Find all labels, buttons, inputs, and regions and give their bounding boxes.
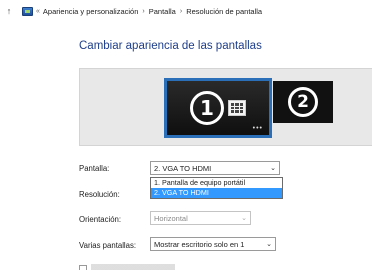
- up-arrow-icon[interactable]: ↑: [4, 6, 14, 16]
- orientacion-label: Orientación:: [79, 215, 122, 224]
- chevron-down-icon: ⌄: [241, 215, 247, 222]
- monitor-preview-panel: 1 ••• 2: [79, 68, 372, 146]
- monitor-2[interactable]: 2: [273, 81, 333, 123]
- orientacion-select[interactable]: Horizontal ⌄: [150, 211, 251, 225]
- chevron-down-icon: ⌄: [266, 241, 272, 248]
- cut-off-checkbox[interactable]: [79, 265, 87, 270]
- varias-pantallas-select-value: Mostrar escritorio solo en 1: [154, 239, 245, 249]
- control-panel-icon: [22, 6, 33, 16]
- cut-off-option-text: [91, 264, 231, 270]
- monitor-dots-icon: •••: [252, 125, 263, 132]
- resolucion-label: Resolución:: [79, 190, 120, 199]
- breadcrumb-item-resolucion[interactable]: Resolución de pantalla: [186, 7, 262, 16]
- pantalla-option-2[interactable]: 2. VGA TO HDMI: [151, 188, 282, 198]
- pantalla-option-1[interactable]: 1. Pantalla de equipo portátil: [151, 178, 282, 188]
- page-title: Cambiar apariencia de las pantallas: [79, 40, 262, 52]
- pantalla-label: Pantalla:: [79, 164, 110, 173]
- breadcrumb-overflow[interactable]: «: [36, 8, 40, 15]
- varias-pantallas-select[interactable]: Mostrar escritorio solo en 1 ⌄: [150, 237, 276, 251]
- monitor-number-badge: 1: [190, 91, 224, 125]
- breadcrumb-item-apariencia[interactable]: Apariencia y personalización: [43, 7, 138, 16]
- chevron-down-icon: ⌄: [270, 165, 276, 172]
- varias-pantallas-label: Varias pantallas:: [79, 241, 137, 250]
- monitor-number-badge: 2: [288, 87, 318, 117]
- pantalla-dropdown-list: 1. Pantalla de equipo portátil 2. VGA TO…: [150, 177, 283, 199]
- pantalla-select[interactable]: 2. VGA TO HDMI ⌄: [150, 161, 280, 175]
- pantalla-select-value: 2. VGA TO HDMI: [154, 163, 212, 173]
- screen: ↑ « Apariencia y personalización › Panta…: [0, 0, 372, 270]
- breadcrumb: ↑ « Apariencia y personalización › Panta…: [0, 0, 372, 22]
- breadcrumb-separator: ›: [179, 7, 183, 15]
- identify-grid-icon: [228, 100, 246, 116]
- breadcrumb-separator: ›: [142, 7, 145, 15]
- orientacion-select-value: Horizontal: [154, 213, 188, 223]
- breadcrumb-item-pantalla[interactable]: Pantalla: [149, 7, 176, 16]
- monitor-1[interactable]: 1 •••: [164, 78, 272, 138]
